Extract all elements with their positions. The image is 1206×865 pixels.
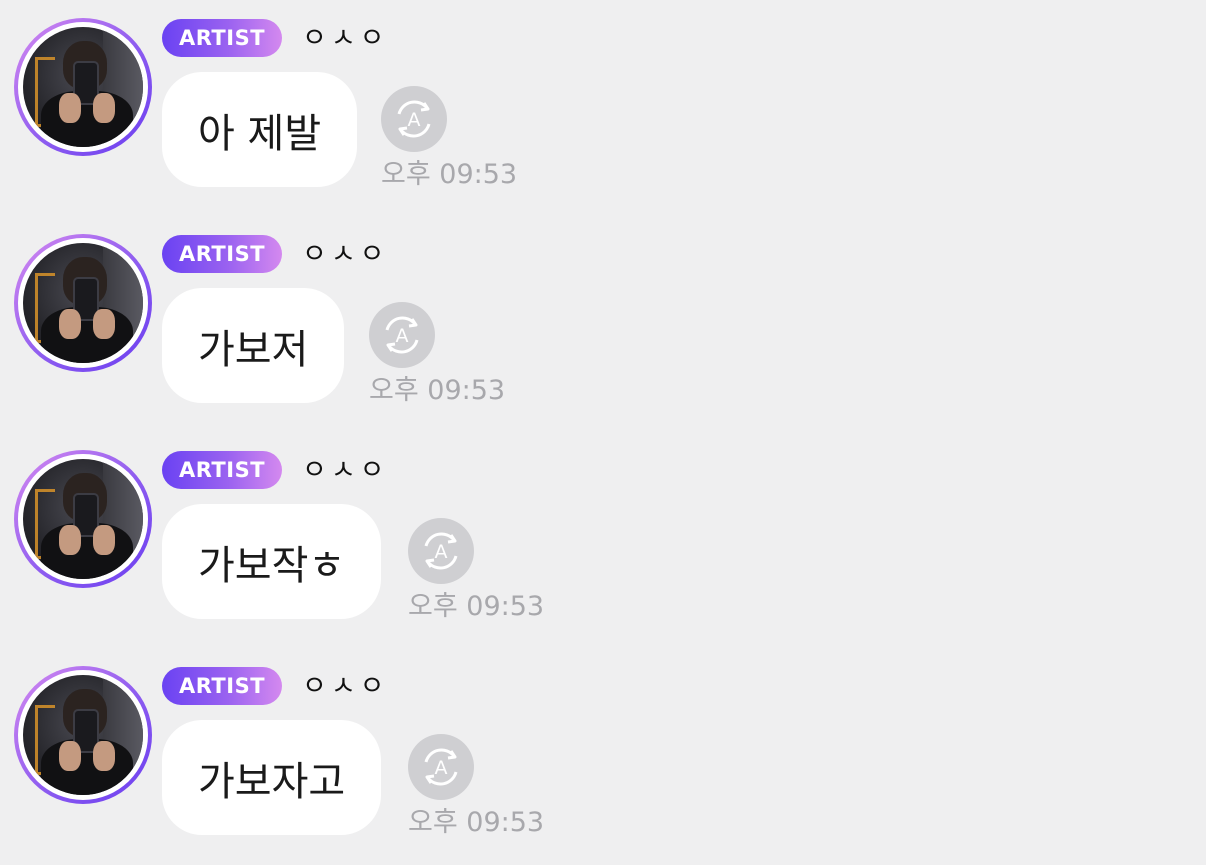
sender-name[interactable]: ㅇㅅㅇ	[302, 20, 389, 58]
translate-button[interactable]: A	[381, 86, 447, 152]
sender-name[interactable]: ㅇㅅㅇ	[302, 668, 389, 706]
sender-name[interactable]: ㅇㅅㅇ	[302, 236, 389, 274]
message-bubble[interactable]: 가보작ㅎ	[162, 504, 382, 619]
chat-message-list: ARTIST ㅇㅅㅇ 아 제발 A 오후 09:53 ARTIST ㅇㅅㅇ 가보…	[0, 0, 1206, 865]
avatar[interactable]	[14, 18, 152, 156]
translate-button[interactable]: A	[369, 302, 435, 368]
chat-message: ARTIST ㅇㅅㅇ 가보저 A 오후 09:53	[0, 216, 1206, 416]
sender-name[interactable]: ㅇㅅㅇ	[302, 452, 389, 490]
message-time: 오후 09:53	[408, 807, 545, 838]
translate-icon: A	[397, 100, 431, 138]
message-time: 오후 09:53	[369, 375, 506, 406]
artist-badge: ARTIST	[162, 667, 282, 705]
profile-photo	[23, 27, 143, 147]
profile-photo	[23, 459, 143, 579]
translate-button[interactable]: A	[408, 734, 474, 800]
svg-text:A: A	[396, 325, 409, 347]
avatar[interactable]	[14, 666, 152, 804]
message-bubble[interactable]: 아 제발	[162, 72, 358, 187]
profile-photo	[23, 243, 143, 363]
svg-text:A: A	[408, 109, 421, 131]
translate-icon: A	[424, 532, 458, 570]
message-time: 오후 09:53	[408, 591, 545, 622]
profile-photo	[23, 675, 143, 795]
artist-badge: ARTIST	[162, 451, 282, 489]
translate-button[interactable]: A	[408, 518, 474, 584]
message-time: 오후 09:53	[381, 159, 518, 190]
chat-message: ARTIST ㅇㅅㅇ 아 제발 A 오후 09:53	[0, 0, 1206, 200]
chat-message: ARTIST ㅇㅅㅇ 가보자고 A 오후 09:53	[0, 648, 1206, 848]
chat-message: ARTIST ㅇㅅㅇ 가보작ㅎ A 오후 09:53	[0, 432, 1206, 632]
artist-badge: ARTIST	[162, 19, 282, 57]
message-bubble[interactable]: 가보저	[162, 288, 345, 403]
message-bubble[interactable]: 가보자고	[162, 720, 382, 835]
artist-badge: ARTIST	[162, 235, 282, 273]
avatar[interactable]	[14, 234, 152, 372]
translate-icon: A	[424, 748, 458, 786]
avatar[interactable]	[14, 450, 152, 588]
svg-text:A: A	[435, 541, 448, 563]
svg-text:A: A	[435, 757, 448, 779]
translate-icon: A	[385, 316, 419, 354]
